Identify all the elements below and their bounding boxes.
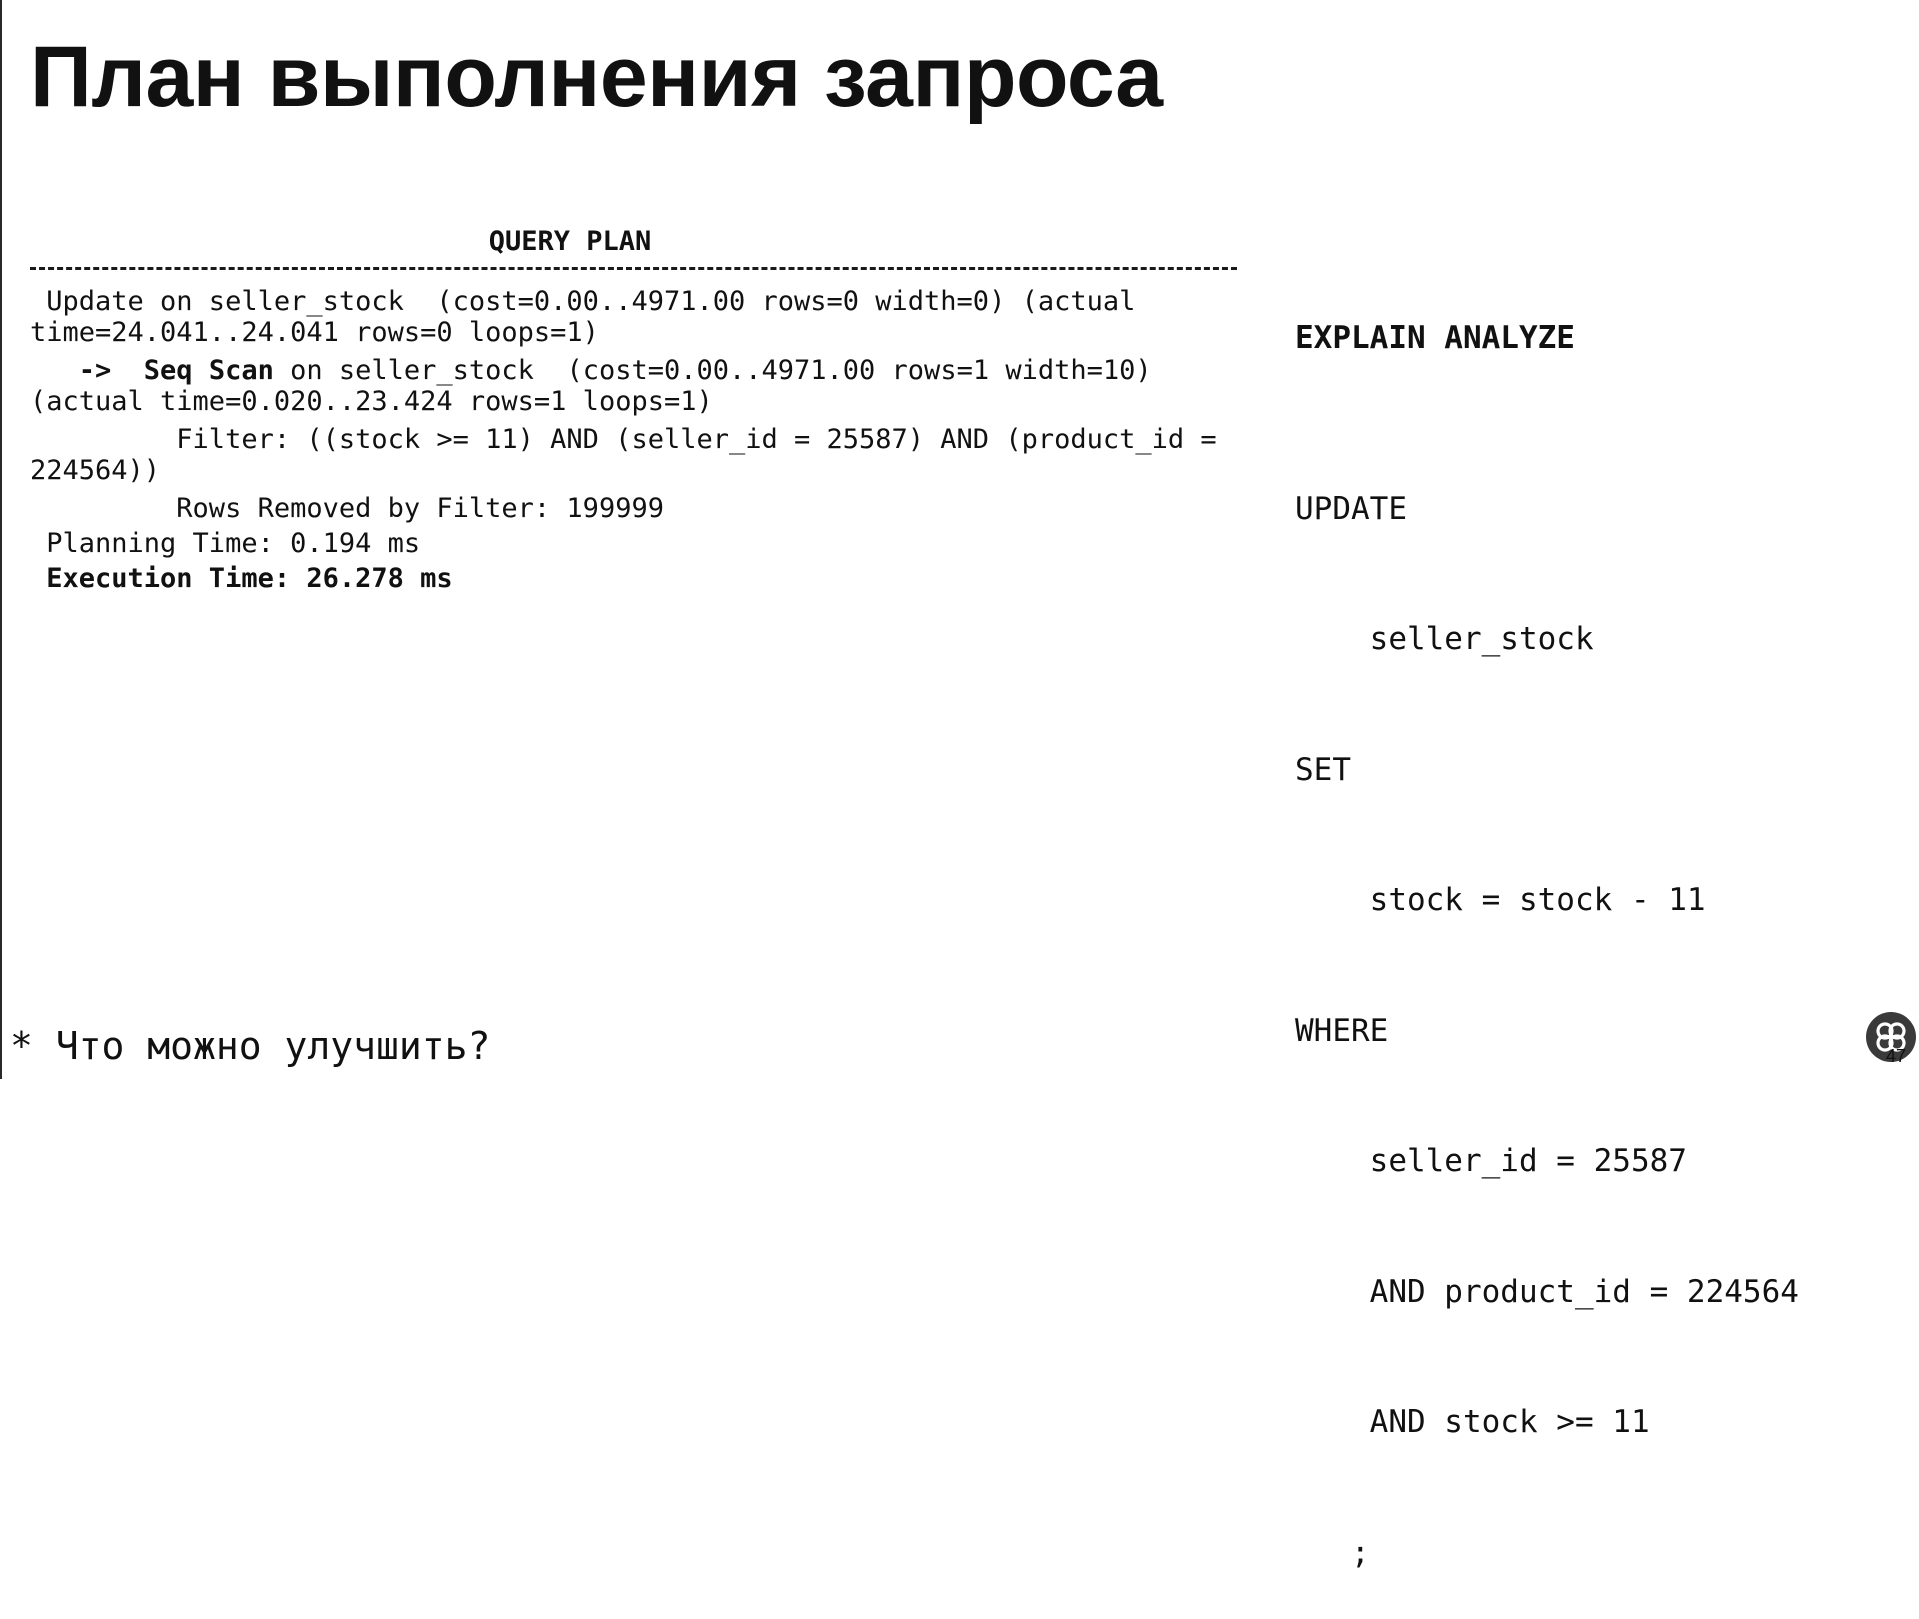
plan-node-filter: Filter: ((stock >= 11) AND (seller_id = … <box>30 424 1240 486</box>
plan-update-line-1: Update on seller_stock (cost=0.00..4971.… <box>30 286 1136 317</box>
plan-seq-keyword: Seq Scan <box>143 355 274 386</box>
query-line: SET <box>1295 751 1351 788</box>
query-line: seller_id = 25587 <box>1295 1143 1687 1179</box>
plan-node-update: Update on seller_stock (cost=0.00..4971.… <box>30 286 1240 348</box>
plan-filter-line-1: Filter: ((stock >= 11) AND (seller_id = … <box>30 424 1217 455</box>
query-line: WHERE <box>1295 1012 1389 1049</box>
slide-footnote: * Что можно улучшить? <box>10 1024 491 1068</box>
query-plan-output: QUERY PLAN Update on seller_stock (cost=… <box>30 226 1240 598</box>
plan-seq-line-1-rest: on seller_stock (cost=0.00..4971.00 rows… <box>273 355 1152 386</box>
query-line: UPDATE <box>1295 490 1407 527</box>
query-line: ; <box>1295 1534 1370 1571</box>
plan-execution-time: Execution Time: 26.278 ms <box>30 563 453 594</box>
sql-query-block: EXPLAIN ANALYZE UPDATE seller_stock SET … <box>1295 230 1799 1619</box>
query-line: AND stock >= 11 <box>1295 1404 1650 1440</box>
slide-title: План выполнения запроса <box>30 29 1163 125</box>
plan-update-line-2: time=24.041..24.041 rows=0 loops=1) <box>30 317 599 348</box>
query-plan-header: QUERY PLAN <box>488 226 652 257</box>
query-line: stock = stock - 11 <box>1295 882 1706 918</box>
plan-seq-line-2: (actual time=0.020..23.424 rows=1 loops=… <box>30 386 713 417</box>
slide-left-border <box>0 0 2 1079</box>
plan-seq-arrow: -> <box>30 355 144 386</box>
plan-filter-line-2: 224564)) <box>30 455 161 486</box>
query-line: seller_stock <box>1295 621 1594 657</box>
plan-node-seq-scan: -> Seq Scan on seller_stock (cost=0.00..… <box>30 355 1240 417</box>
page-number: 47 <box>1886 1046 1907 1066</box>
query-line: AND product_id = 224564 <box>1295 1273 1799 1310</box>
plan-rows-removed: Rows Removed by Filter: 199999 <box>30 493 664 524</box>
query-plan-divider <box>30 267 1237 270</box>
plan-planning-time: Planning Time: 0.194 ms <box>30 528 421 559</box>
query-title: EXPLAIN ANALYZE <box>1295 320 1575 356</box>
